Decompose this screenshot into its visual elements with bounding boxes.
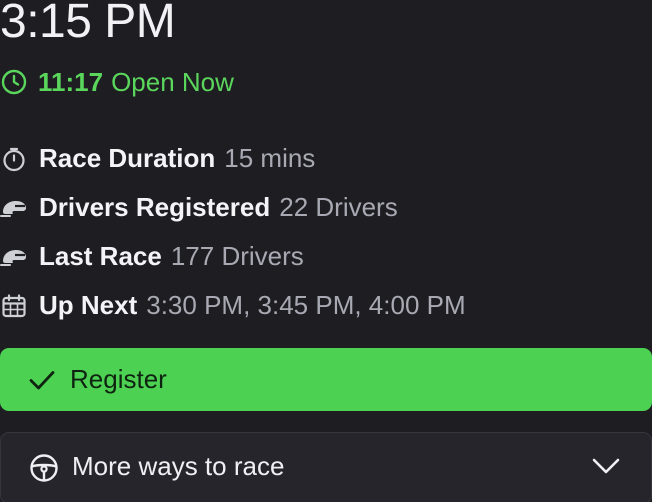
info-value: 15 mins xyxy=(224,143,316,173)
info-row-up-next: Up Next 3:30 PM, 3:45 PM, 4:00 PM xyxy=(0,281,652,330)
chevron-down-icon xyxy=(591,451,621,481)
info-row-race-duration: Race Duration 15 mins xyxy=(0,134,652,183)
info-row-last-race: Last Race 177 Drivers xyxy=(0,232,652,281)
status-text: Open Now xyxy=(111,66,234,97)
info-label: Last Race xyxy=(39,241,162,271)
more-ways-to-race-dropdown[interactable]: More ways to race xyxy=(0,432,652,502)
info-row-drivers-registered: Drivers Registered 22 Drivers xyxy=(0,183,652,232)
helmet-icon xyxy=(0,243,28,271)
info-label: Race Duration xyxy=(39,143,216,173)
clock-icon xyxy=(0,68,28,96)
steering-wheel-icon xyxy=(28,452,60,484)
info-value: 22 Drivers xyxy=(279,192,398,222)
register-button[interactable]: Register xyxy=(0,348,652,411)
more-ways-label: More ways to race xyxy=(72,450,285,481)
info-label: Drivers Registered xyxy=(39,192,271,222)
countdown-timer: 11:17 xyxy=(38,66,104,97)
race-info-list: Race Duration 15 mins Drivers Registered… xyxy=(0,134,652,330)
info-value: 3:30 PM, 3:45 PM, 4:00 PM xyxy=(146,290,466,320)
helmet-icon xyxy=(0,194,28,222)
race-card: 3:15 PM 11:17 Open Now Race Duration 15 … xyxy=(0,0,652,502)
calendar-icon xyxy=(0,292,28,320)
check-icon xyxy=(28,366,56,394)
info-label: Up Next xyxy=(39,290,138,320)
race-status: 11:17 Open Now xyxy=(0,66,234,98)
info-value: 177 Drivers xyxy=(170,241,304,271)
race-start-time: 3:15 PM xyxy=(0,0,176,48)
register-label: Register xyxy=(70,364,167,394)
stopwatch-icon xyxy=(0,145,28,173)
